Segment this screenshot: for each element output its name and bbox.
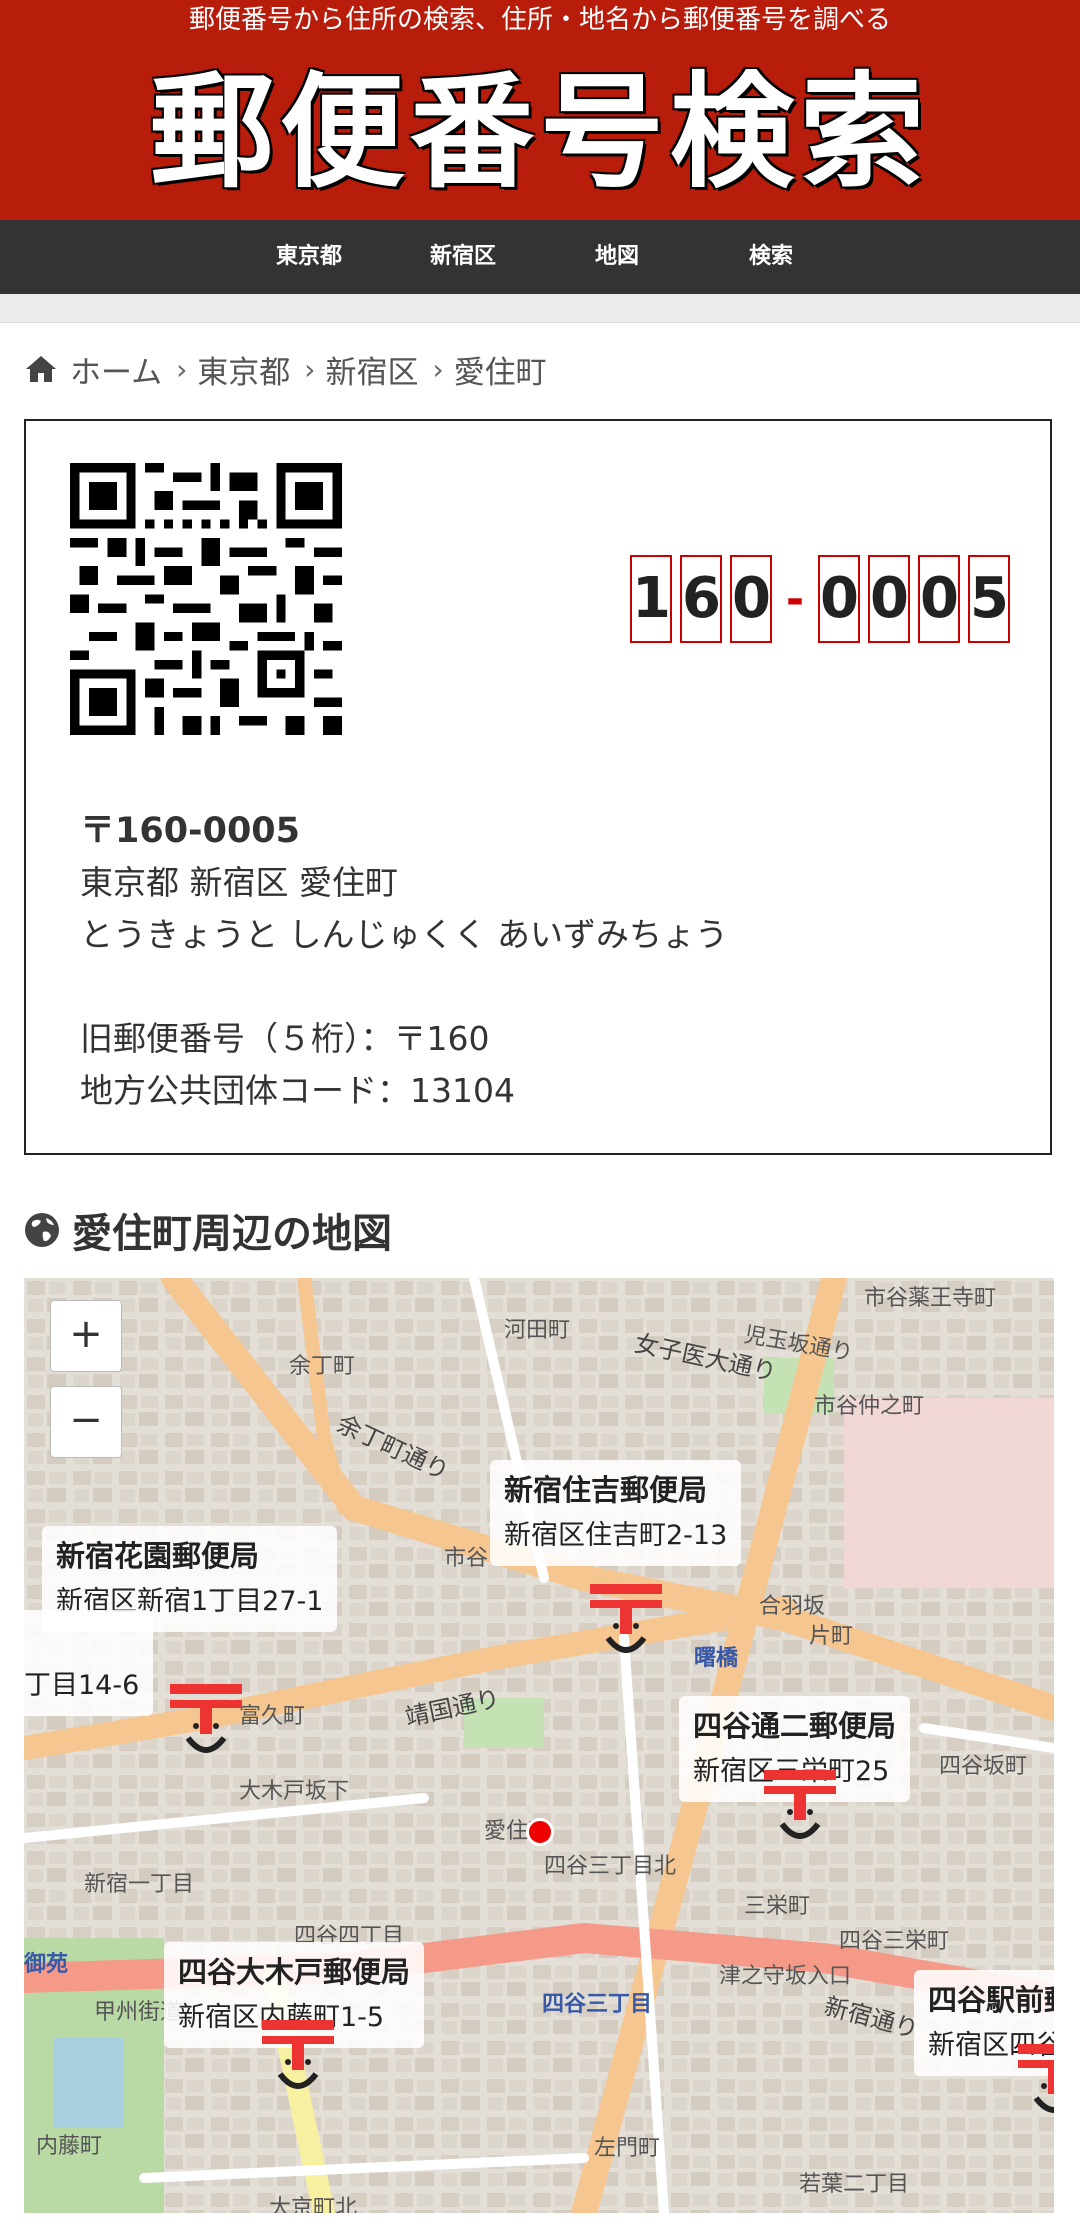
location-pin — [526, 1818, 554, 1846]
map-place-label: 市谷薬王寺町 — [864, 1286, 997, 1311]
qr-code — [70, 463, 342, 735]
zip-digit: 0 — [918, 555, 960, 643]
map-place-label: 左門町 — [594, 2136, 661, 2161]
address-line: 東京都 新宿区 愛住町 — [80, 863, 398, 902]
map-place-label: 御苑 — [24, 1952, 69, 1977]
breadcrumb-tokyo[interactable]: 東京都 — [197, 347, 290, 392]
post-office-marker-icon[interactable] — [258, 2014, 338, 2104]
map-place-label: 四谷坂町 — [939, 1754, 1028, 1779]
zip-line: 〒160-0005 — [80, 811, 300, 851]
breadcrumb-shinjuku[interactable]: 新宿区 — [325, 347, 418, 392]
map-view[interactable]: + − 市谷薬王寺町 河田町 余丁町 女子医大通り 児玉坂通り 市谷仲之町 余丁… — [24, 1278, 1054, 2213]
zoom-out-button[interactable]: − — [50, 1386, 122, 1458]
post-office-popup[interactable]: 新宿住吉郵便局 新宿区住吉町2-13 — [490, 1460, 742, 1566]
site-tagline: 郵便番号から住所の検索、住所・地名から郵便番号を調べる — [188, 5, 891, 35]
address-details: 〒160-0005 東京都 新宿区 愛住町 とうきょうと しんじゅくく あいずみ… — [80, 805, 728, 1117]
map-place-label: 曙橋 — [694, 1646, 739, 1671]
post-office-marker-icon[interactable] — [166, 1678, 246, 1768]
main-content: ホーム › 東京都 › 新宿区 › 愛住町 1 6 0 - 0 0 0 5 〒1… — [0, 322, 1080, 2223]
breadcrumb-home[interactable]: ホーム — [70, 347, 162, 392]
chevron-right-icon: › — [304, 352, 316, 386]
map-place-label: 市谷仲之町 — [814, 1394, 925, 1419]
globe-icon — [25, 1213, 59, 1247]
map-place-label: 三栄町 — [744, 1894, 811, 1919]
main-nav: 東京都 新宿区 地図 検索 — [0, 220, 1080, 294]
post-office-name: 四谷通二郵便局 — [693, 1709, 897, 1743]
chevron-right-icon: › — [176, 352, 188, 386]
map-place-label: 富久町 — [239, 1704, 306, 1729]
breadcrumb-current: 愛住町 — [453, 354, 547, 391]
zip-digit: 1 — [630, 555, 672, 643]
post-office-name: 四谷大木戸郵便局 — [178, 1955, 411, 1989]
chevron-right-icon: › — [432, 352, 444, 386]
post-office-name: 新宿花園郵便局 — [56, 1539, 260, 1573]
map-place-label: 市谷 — [444, 1546, 489, 1571]
site-header: 郵便番号から住所の検索、住所・地名から郵便番号を調べる 郵便番号検索 — [0, 0, 1080, 220]
map-place-label: 余丁町 — [289, 1354, 356, 1379]
map-place-label: 新宿一丁目 — [84, 1872, 195, 1897]
site-logo[interactable]: 郵便番号検索 — [0, 58, 1080, 208]
map-place-label: 片町 — [809, 1624, 854, 1649]
zip-dash: - — [785, 573, 805, 625]
zip-digit: 0 — [730, 555, 772, 643]
post-office-name: 四谷駅前郵 — [928, 1983, 1054, 2017]
map-place-label: 内藤町 — [36, 2134, 103, 2159]
zoom-in-button[interactable]: + — [50, 1300, 122, 1372]
post-office-address: 新宿区住吉町2-13 — [504, 1520, 728, 1551]
map-place-label: 若葉二丁目 — [799, 2172, 910, 2197]
breadcrumb: ホーム › 東京都 › 新宿区 › 愛住町 — [24, 347, 547, 391]
post-office-popup[interactable]: 丁目14-6 — [24, 1610, 154, 1716]
map-place-label: 津之守坂入口 — [719, 1964, 852, 1989]
map-place-label: 四谷三栄町 — [839, 1929, 950, 1954]
zip-code-digits: 1 6 0 - 0 0 0 5 — [630, 555, 1018, 643]
map-place-label: 河田町 — [504, 1318, 571, 1343]
local-code-line: 地方公共団体コード：13104 — [80, 1071, 515, 1110]
post-office-marker-icon[interactable] — [1014, 2038, 1054, 2128]
map-place-label: 四谷三丁目北 — [544, 1854, 677, 1879]
post-office-address: 丁目14-6 — [24, 1670, 140, 1701]
zip-digit: 6 — [680, 555, 722, 643]
zip-digit: 0 — [868, 555, 910, 643]
nav-item-tokyo[interactable]: 東京都 — [232, 220, 386, 294]
post-office-name: 新宿住吉郵便局 — [504, 1473, 708, 1507]
map-place-label: 四谷三丁目 — [542, 1992, 653, 2017]
map-section-title: 愛住町周辺の地図 — [24, 1201, 392, 1259]
nav-item-map[interactable]: 地図 — [540, 220, 694, 294]
postal-info-box: 1 6 0 - 0 0 0 5 〒160-0005 東京都 新宿区 愛住町 とう… — [24, 419, 1052, 1155]
old-zip-line: 旧郵便番号（５桁）：〒160 — [80, 1019, 490, 1058]
map-title-text: 愛住町周辺の地図 — [72, 1211, 392, 1257]
map-place-label: 合羽坂 — [759, 1594, 826, 1619]
address-reading: とうきょうと しんじゅくく あいずみちょう — [80, 915, 728, 954]
post-office-marker-icon[interactable] — [760, 1764, 840, 1854]
nav-item-shinjuku[interactable]: 新宿区 — [386, 220, 540, 294]
nav-item-search[interactable]: 検索 — [694, 220, 848, 294]
post-office-marker-icon[interactable] — [586, 1578, 666, 1668]
zip-digit: 0 — [818, 555, 860, 643]
home-icon — [26, 356, 56, 382]
map-place-label: 大木戸坂下 — [239, 1779, 350, 1804]
zip-digit: 5 — [968, 555, 1010, 643]
